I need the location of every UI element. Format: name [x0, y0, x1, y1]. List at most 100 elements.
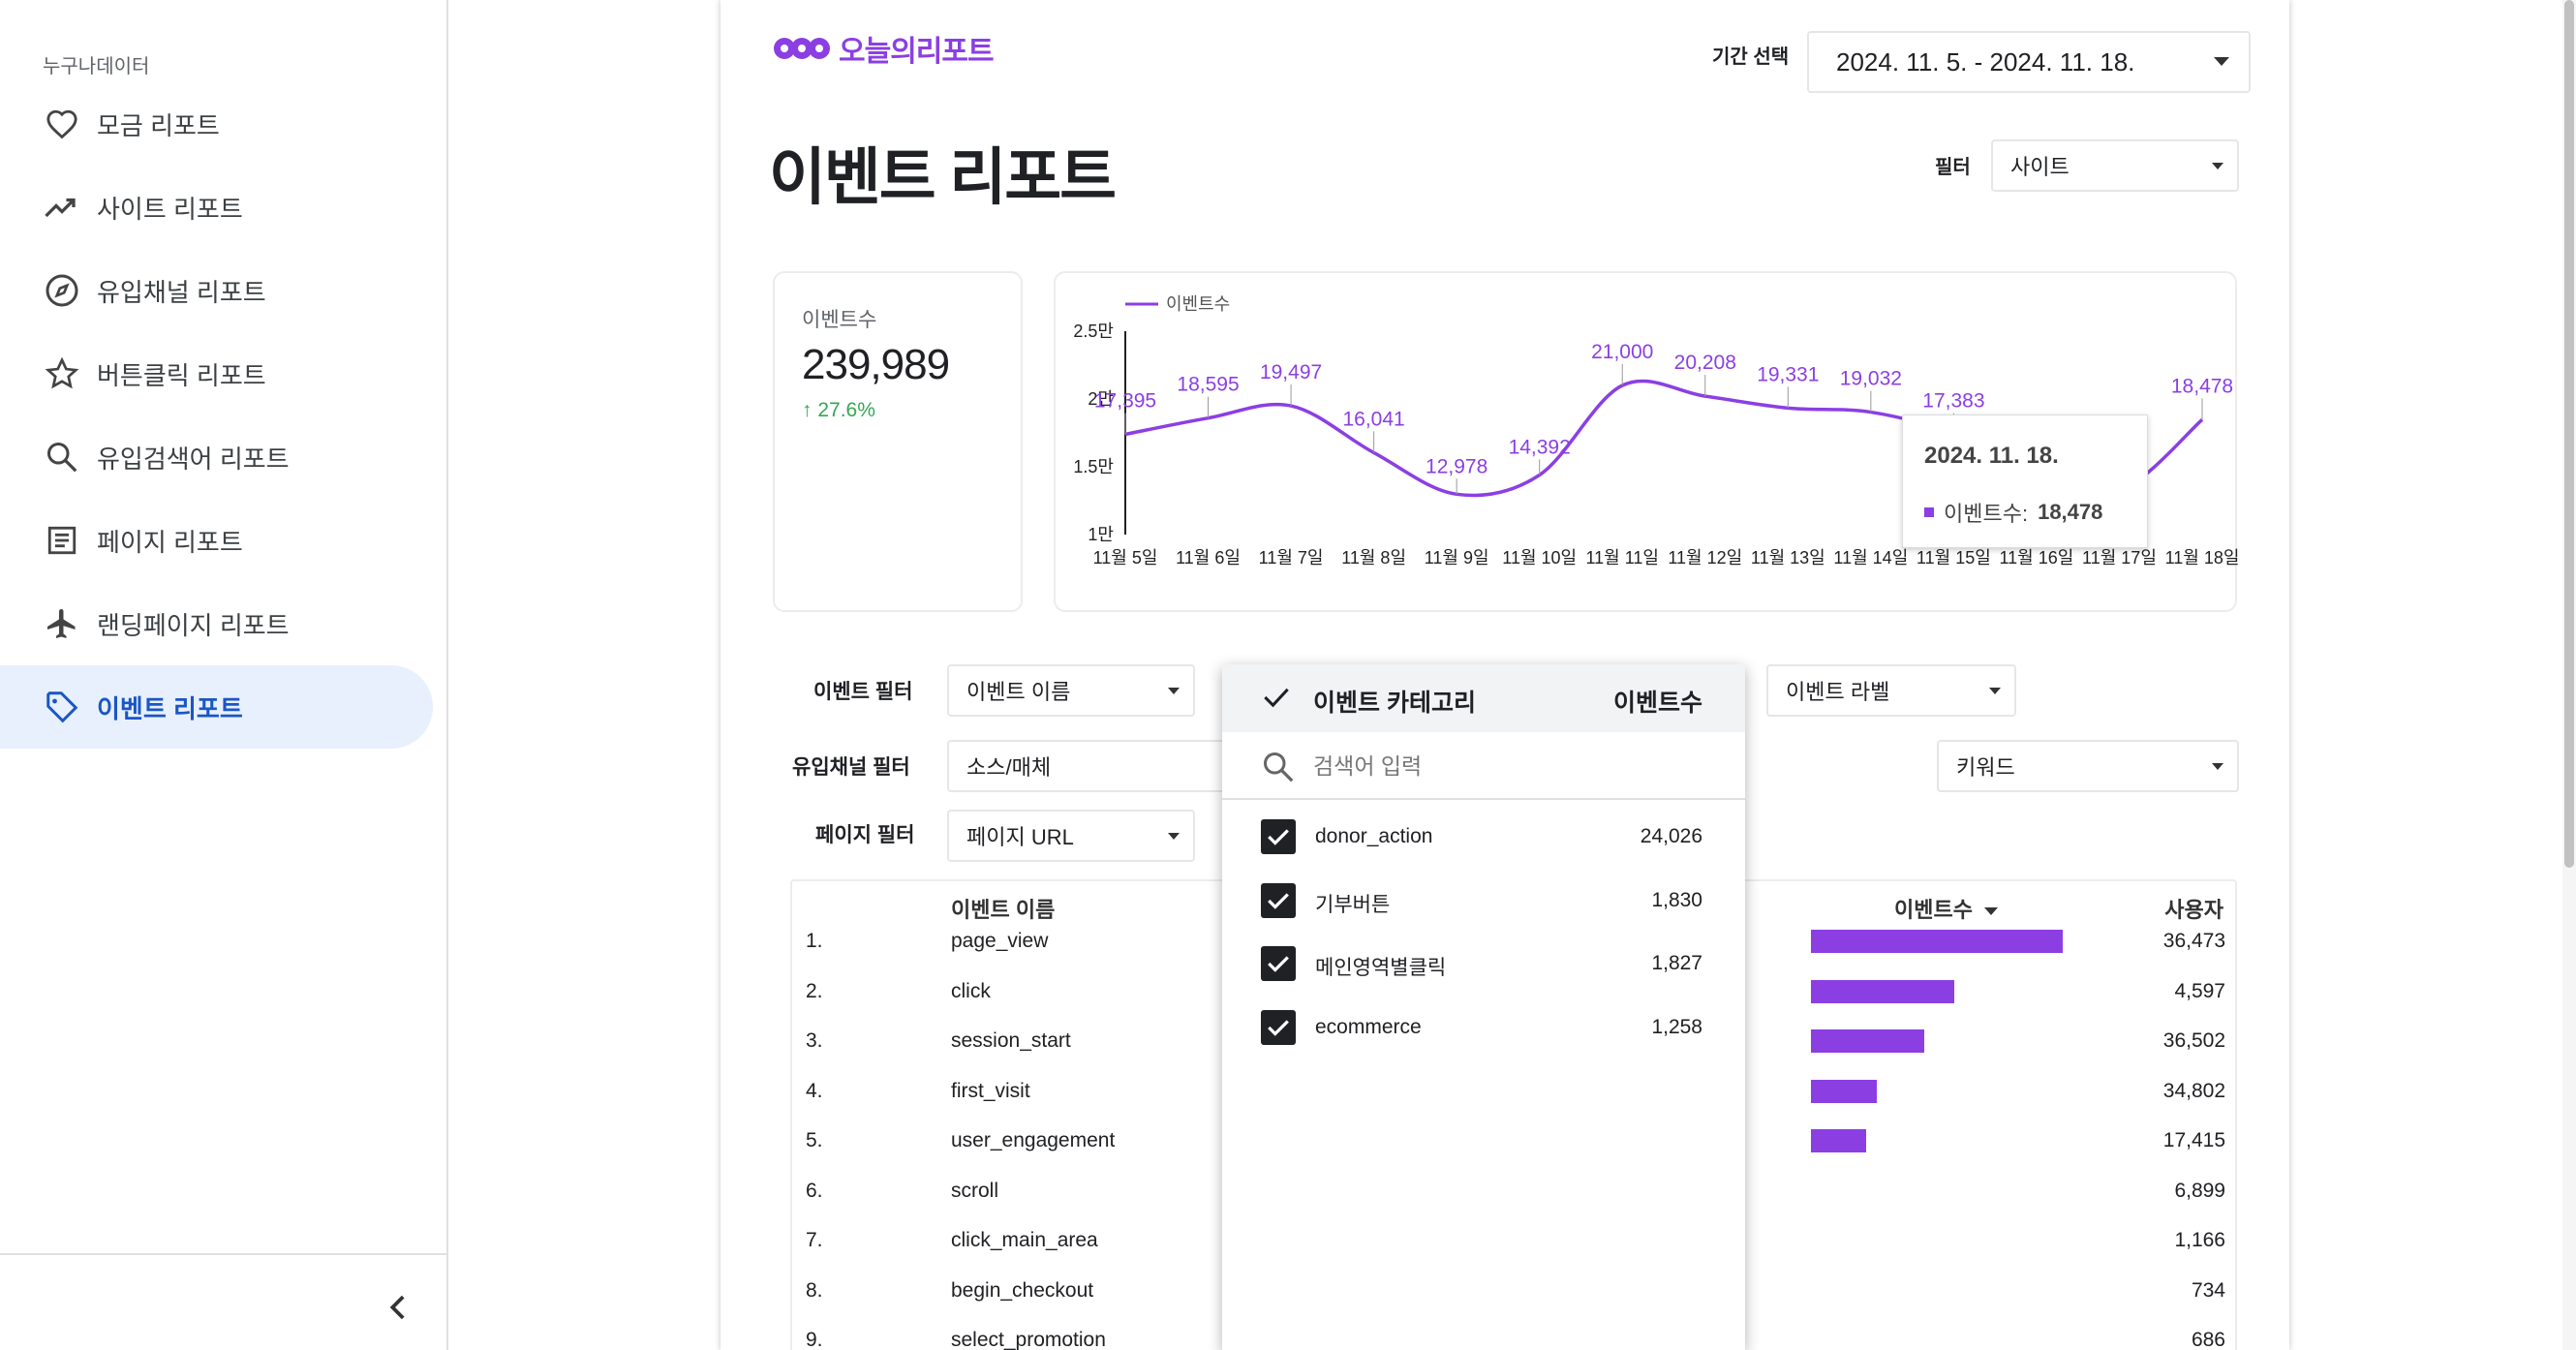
sidebar-item-label: 사이트 리포트 — [97, 194, 243, 224]
tooltip-series: 이벤트수: — [1944, 502, 2029, 526]
tooltip-value: 18,478 — [2038, 500, 2103, 524]
logo: 오늘의리포트 — [773, 27, 995, 70]
dropdown-item[interactable]: 메인영역별클릭 1,827 — [1222, 931, 1745, 994]
row-count-bar — [1811, 979, 1955, 1003]
data-label: 18,595 — [1177, 374, 1239, 396]
data-label: 12,978 — [1426, 455, 1487, 477]
x-tick-label: 11월 12일 — [1668, 548, 1742, 568]
event-label-value: 이벤트 라벨 — [1786, 680, 1890, 704]
row-index: 2. — [806, 979, 823, 1002]
row-index: 4. — [806, 1079, 823, 1102]
row-event-name: first_visit — [951, 1079, 1030, 1102]
legend-label: 이벤트수 — [1166, 294, 1230, 314]
search-icon — [43, 438, 81, 476]
row-event-name: begin_checkout — [951, 1278, 1094, 1302]
data-label: 17,383 — [1922, 390, 1984, 413]
row-index: 9. — [806, 1329, 823, 1350]
sort-desc-icon — [1984, 907, 1999, 916]
checkbox-checked-icon[interactable] — [1261, 1009, 1296, 1045]
row-event-name: click_main_area — [951, 1229, 1098, 1251]
sidebar-item-event-report[interactable]: 이벤트 리포트 — [0, 665, 433, 749]
sidebar-item-site-report[interactable]: 사이트 리포트 — [0, 166, 448, 249]
site-filter-label: 필터 — [1935, 157, 1971, 178]
kpi-delta-value: 27.6% — [817, 399, 875, 421]
report-page: 오늘의리포트 기간 선택 2024. 11. 5. - 2024. 11. 18… — [721, 0, 2289, 1350]
row-count-bar — [1811, 1029, 1924, 1053]
sidebar: 누구나데이터 모금 리포트 사이트 리포트 유입채널 리포트 버튼클릭 리포트 — [0, 0, 448, 1350]
x-tick-label: 11월 9일 — [1425, 548, 1489, 568]
x-tick-label: 11월 16일 — [2000, 548, 2074, 568]
sidebar-item-button-click-report[interactable]: 버튼클릭 리포트 — [0, 332, 448, 415]
site-filter-value: 사이트 — [2010, 155, 2070, 179]
dropdown-item-count: 1,258 — [1651, 1015, 1702, 1038]
sidebar-item-label: 이벤트 리포트 — [97, 693, 243, 723]
data-label: 21,000 — [1591, 341, 1653, 363]
checkmark-icon[interactable] — [1263, 686, 1290, 716]
row-users: 4,597 — [2174, 979, 2225, 1002]
row-count-bar — [1811, 1079, 1877, 1103]
event-category-dropdown: 이벤트 카테고리 이벤트수 donor_action 24,026 기부버튼 1,83… — [1222, 664, 1745, 1350]
site-filter-select[interactable]: 사이트 — [1991, 139, 2239, 192]
row-event-name: scroll — [951, 1179, 999, 1202]
page-url-value: 페이지 URL — [966, 825, 1074, 849]
y-tick-label: 2.5만 — [1073, 322, 1114, 341]
checkbox-checked-icon[interactable] — [1261, 819, 1296, 854]
period-select[interactable]: 2024. 11. 5. - 2024. 11. 18. — [1807, 31, 2251, 93]
x-tick-label: 11월 18일 — [2165, 548, 2239, 568]
dropdown-item[interactable]: donor_action 24,026 — [1222, 804, 1745, 867]
airplane-icon — [43, 604, 81, 643]
dropdown-search-input[interactable] — [1313, 748, 1701, 784]
channel-filter-label: 유입채널 필터 — [792, 756, 910, 779]
org-name: 누구나데이터 — [43, 56, 150, 77]
dropdown-item-count: 1,830 — [1651, 888, 1702, 911]
sidebar-item-label: 페이지 리포트 — [97, 527, 243, 557]
data-label: 14,392 — [1509, 437, 1571, 459]
row-event-name: page_view — [951, 930, 1049, 952]
sidebar-item-landing-page-report[interactable]: 랜딩페이지 리포트 — [0, 582, 448, 665]
data-label: 19,331 — [1757, 363, 1819, 385]
caret-down-icon — [2212, 763, 2223, 770]
row-users: 734 — [2191, 1278, 2225, 1302]
caret-down-icon — [1168, 833, 1180, 840]
data-label: 16,041 — [1342, 408, 1404, 430]
sidebar-item-channel-report[interactable]: 유입채널 리포트 — [0, 249, 448, 332]
dropdown-item[interactable]: 기부버튼 1,830 — [1222, 868, 1745, 931]
page-url-select[interactable]: 페이지 URL — [947, 810, 1195, 862]
dropdown-search — [1222, 732, 1745, 800]
row-event-name: select_promotion — [951, 1329, 1106, 1350]
sidebar-item-donation-report[interactable]: 모금 리포트 — [0, 82, 448, 166]
sidebar-nav: 모금 리포트 사이트 리포트 유입채널 리포트 버튼클릭 리포트 유입검색어 리… — [0, 82, 448, 749]
page-scrollbar-thumb[interactable] — [2564, 0, 2574, 868]
document-icon — [43, 521, 81, 560]
sidebar-item-label: 모금 리포트 — [97, 110, 220, 140]
search-icon — [1261, 750, 1296, 789]
dropdown-item-label: 기부버튼 — [1315, 893, 1391, 916]
x-tick-label: 11월 15일 — [1917, 548, 1991, 568]
sidebar-item-page-report[interactable]: 페이지 리포트 — [0, 499, 448, 582]
caret-down-icon — [1989, 688, 2001, 694]
checkbox-checked-icon[interactable] — [1261, 946, 1296, 981]
row-index: 1. — [806, 930, 823, 952]
data-label: 19,032 — [1840, 368, 1902, 390]
checkbox-checked-icon[interactable] — [1261, 882, 1296, 918]
y-tick-label: 1.5만 — [1073, 457, 1114, 476]
dropdown-item-label: 메인영역별클릭 — [1315, 957, 1447, 979]
caret-down-icon — [2214, 57, 2229, 66]
keyword-select[interactable]: 키워드 — [1937, 740, 2239, 792]
logo-mark-icon — [773, 32, 831, 65]
logo-text: 오늘의리포트 — [839, 36, 995, 68]
sidebar-item-search-keyword-report[interactable]: 유입검색어 리포트 — [0, 415, 448, 499]
dropdown-item-count: 1,827 — [1651, 952, 1702, 974]
event-label-select[interactable]: 이벤트 라벨 — [1766, 664, 2016, 717]
row-event-name: session_start — [951, 1029, 1071, 1052]
dropdown-item[interactable]: ecommerce 1,258 — [1222, 995, 1745, 1058]
kpi-value: 239,989 — [802, 341, 950, 388]
row-event-name: click — [951, 979, 991, 1002]
event-name-select[interactable]: 이벤트 이름 — [947, 664, 1195, 717]
row-index: 8. — [806, 1278, 823, 1302]
x-tick-label: 11월 17일 — [2082, 548, 2157, 568]
collapse-sidebar-button[interactable] — [380, 1290, 414, 1325]
data-label: 17,395 — [1094, 389, 1156, 412]
period-value: 2024. 11. 5. - 2024. 11. 18. — [1836, 46, 2135, 77]
page-filter-label: 페이지 필터 — [815, 824, 915, 846]
